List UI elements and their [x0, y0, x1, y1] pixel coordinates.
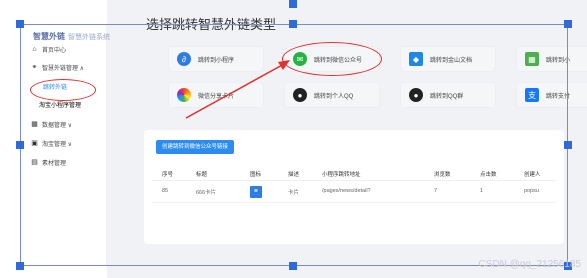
resize-handle-top-right[interactable]: [564, 20, 572, 28]
resize-handle-top-left[interactable]: [16, 20, 24, 28]
selection-frame: [20, 24, 568, 266]
screenshot-root: 智慧外链 智慧外链系统 ⌂ 首页中心 ⚭ 智慧外链管理 ∧ 跳转外链 淘宝小程序管…: [0, 0, 587, 278]
resize-handle-bottom-center[interactable]: [289, 262, 297, 270]
watermark: CSDN @qq_21256185: [478, 259, 581, 270]
resize-handle-bottom-left[interactable]: [16, 262, 24, 270]
resize-handle-top-extra[interactable]: [289, 0, 297, 8]
resize-handle-middle-right[interactable]: [564, 141, 572, 149]
resize-handle-middle-left[interactable]: [16, 141, 24, 149]
resize-handle-top-center[interactable]: [289, 20, 297, 28]
